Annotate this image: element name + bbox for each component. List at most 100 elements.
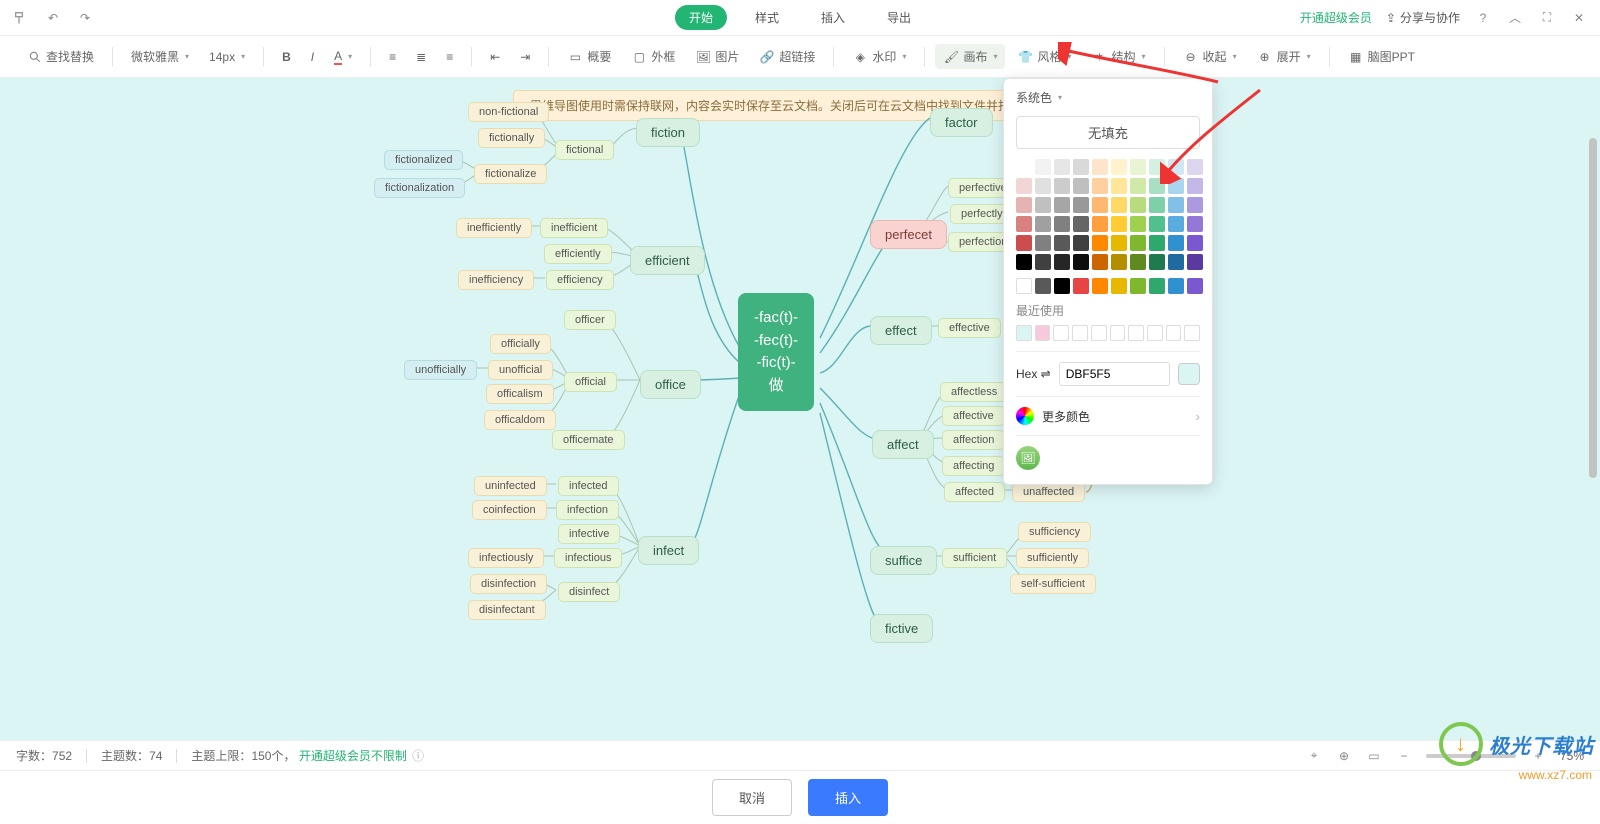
color-swatch[interactable] (1035, 278, 1051, 294)
share-button[interactable]: ⇪ 分享与协作 (1386, 9, 1460, 26)
color-swatch[interactable] (1130, 216, 1146, 232)
color-swatch[interactable] (1016, 254, 1032, 270)
color-swatch[interactable] (1092, 197, 1108, 213)
info-icon[interactable]: ⓘ (412, 749, 424, 763)
node-office[interactable]: office (640, 370, 701, 399)
node-disinfect[interactable]: disinfect (558, 582, 620, 602)
color-swatch[interactable] (1168, 197, 1184, 213)
color-swatch[interactable] (1111, 159, 1127, 175)
color-swatch[interactable] (1130, 278, 1146, 294)
color-swatch[interactable] (1016, 197, 1032, 213)
node-uninfected[interactable]: uninfected (474, 476, 547, 496)
tab-export[interactable]: 导出 (873, 5, 925, 30)
recent-color-swatch[interactable] (1184, 325, 1200, 341)
color-swatch[interactable] (1111, 178, 1127, 194)
redo-icon[interactable]: ↷ (76, 9, 94, 27)
color-swatch[interactable] (1092, 178, 1108, 194)
upgrade-link[interactable]: 开通超级会员不限制 (299, 749, 407, 763)
italic-button[interactable]: I (303, 46, 322, 68)
node-infect[interactable]: infect (638, 536, 699, 565)
node-sufficiently[interactable]: sufficiently (1016, 548, 1089, 568)
recent-color-swatch[interactable] (1016, 325, 1032, 341)
node-disinfectant[interactable]: disinfectant (468, 600, 546, 620)
map-icon[interactable]: ▭ (1366, 748, 1382, 764)
close-icon[interactable]: ✕ (1570, 9, 1588, 27)
font-selector[interactable]: 微软雅黑▾ (123, 44, 197, 69)
color-swatch[interactable] (1111, 216, 1127, 232)
color-swatch[interactable] (1035, 216, 1051, 232)
node-factor[interactable]: factor (930, 108, 993, 137)
recent-color-swatch[interactable] (1166, 325, 1182, 341)
font-color-button[interactable]: A▾ (326, 45, 360, 69)
node-officer[interactable]: officer (564, 310, 616, 330)
node-affection[interactable]: affection (942, 430, 1005, 450)
node-officalism[interactable]: officalism (486, 384, 554, 404)
undo-icon[interactable]: ↶ (44, 9, 62, 27)
node-fictionally[interactable]: fictionally (478, 128, 545, 148)
node-infected[interactable]: infected (558, 476, 619, 496)
color-swatch[interactable] (1073, 278, 1089, 294)
color-swatch[interactable] (1187, 235, 1203, 251)
color-swatch[interactable] (1016, 216, 1032, 232)
node-fictionalization[interactable]: fictionalization (374, 178, 465, 198)
node-coinfection[interactable]: coinfection (472, 500, 547, 520)
color-swatch[interactable] (1054, 197, 1070, 213)
color-swatch[interactable] (1187, 278, 1203, 294)
color-swatch[interactable] (1187, 216, 1203, 232)
color-swatch[interactable] (1092, 159, 1108, 175)
node-unaffected[interactable]: unaffected (1012, 482, 1085, 502)
node-suffice[interactable]: suffice (870, 546, 937, 575)
hex-input[interactable] (1059, 362, 1170, 386)
color-swatch[interactable] (1054, 254, 1070, 270)
color-swatch[interactable] (1168, 159, 1184, 175)
indent-left-icon[interactable]: ⇤ (482, 46, 508, 68)
color-swatch[interactable] (1130, 254, 1146, 270)
color-swatch[interactable] (1054, 216, 1070, 232)
node-inefficiency[interactable]: inefficiency (458, 270, 534, 290)
align-center-icon[interactable]: ≣ (408, 46, 434, 68)
align-right-icon[interactable]: ≡ (438, 46, 461, 68)
color-swatch[interactable] (1149, 197, 1165, 213)
color-swatch[interactable] (1149, 216, 1165, 232)
node-unofficial[interactable]: unofficial (488, 360, 553, 380)
canvas-button[interactable]: 🖌画布▾ (935, 44, 1005, 69)
color-swatch[interactable] (1111, 197, 1127, 213)
color-swatch[interactable] (1035, 235, 1051, 251)
color-swatch[interactable] (1111, 278, 1127, 294)
node-self-sufficient[interactable]: self-sufficient (1010, 574, 1096, 594)
color-swatch[interactable] (1035, 197, 1051, 213)
color-swatch[interactable] (1187, 197, 1203, 213)
color-swatch[interactable] (1054, 235, 1070, 251)
node-fictionalize[interactable]: fictionalize (474, 164, 547, 184)
color-swatch[interactable] (1168, 278, 1184, 294)
hyperlink-button[interactable]: 🔗超链接 (751, 44, 823, 69)
search-replace-button[interactable]: 查找替换 (20, 44, 102, 69)
color-swatch[interactable] (1035, 178, 1051, 194)
color-swatch[interactable] (1054, 178, 1070, 194)
color-swatch[interactable] (1149, 235, 1165, 251)
locate-icon[interactable]: ⌖ (1306, 748, 1322, 764)
recent-color-swatch[interactable] (1128, 325, 1144, 341)
color-swatch[interactable] (1073, 197, 1089, 213)
recent-color-swatch[interactable] (1091, 325, 1107, 341)
node-fictive[interactable]: fictive (870, 614, 933, 643)
color-swatch[interactable] (1054, 278, 1070, 294)
color-swatch[interactable] (1054, 159, 1070, 175)
node-affecting[interactable]: affecting (942, 456, 1005, 476)
color-swatch[interactable] (1016, 159, 1032, 175)
recent-color-swatch[interactable] (1110, 325, 1126, 341)
color-swatch[interactable] (1130, 178, 1146, 194)
structure-button[interactable]: ✶结构▾ (1084, 44, 1154, 69)
style-button[interactable]: 👕风格▾ (1009, 44, 1079, 69)
system-color-dropdown[interactable]: 系统色▾ (1016, 89, 1062, 106)
color-swatch[interactable] (1149, 178, 1165, 194)
collapse-button[interactable]: ⊖收起▾ (1175, 44, 1245, 69)
node-affectless[interactable]: affectless (940, 382, 1008, 402)
color-swatch[interactable] (1168, 216, 1184, 232)
border-button[interactable]: ▢外框 (623, 44, 683, 69)
cancel-button[interactable]: 取消 (712, 779, 792, 816)
canvas[interactable]: 思维导图使用时需保持联网，内容会实时保存至云文档。关闭后可在云文档中找到文件并打… (0, 78, 1600, 740)
color-swatch[interactable] (1016, 235, 1032, 251)
node-inefficiently[interactable]: inefficiently (456, 218, 532, 238)
node-fictional[interactable]: fictional (555, 140, 614, 160)
